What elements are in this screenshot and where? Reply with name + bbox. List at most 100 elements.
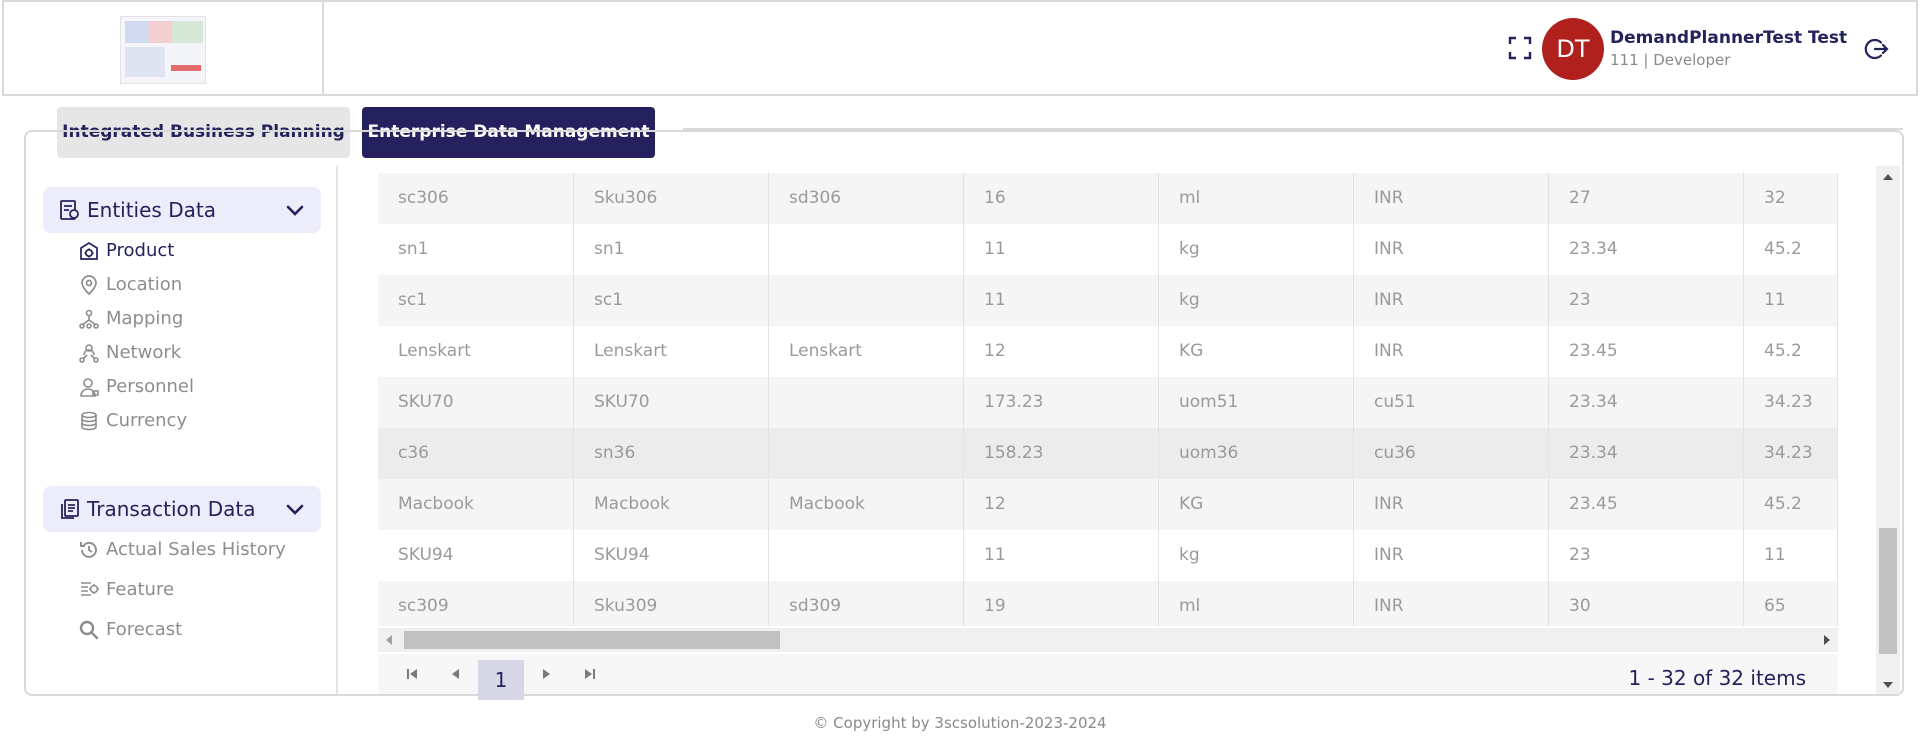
table-row[interactable]: sc306 Sku306 sd306 16 ml INR 27 32 [378,173,1838,224]
table-cell[interactable]: Lenskart [574,326,769,377]
table-cell[interactable]: SKU94 [378,530,574,581]
table-cell[interactable]: cu51 [1354,377,1549,428]
table-cell[interactable]: INR [1354,479,1549,530]
table-cell[interactable]: INR [1354,173,1549,224]
table-cell[interactable]: uom36 [1159,428,1354,479]
table-cell[interactable]: KG [1159,479,1354,530]
table-cell[interactable]: Lenskart [769,326,964,377]
table-cell[interactable]: sn1 [378,224,574,275]
table-cell[interactable]: 158.23 [964,428,1159,479]
table-cell[interactable]: 11 [1744,275,1838,326]
table-cell[interactable]: 34.23 [1744,377,1838,428]
table-cell[interactable]: sc309 [378,581,574,626]
table-cell[interactable]: c36 [378,428,574,479]
table-cell[interactable]: 11 [1744,530,1838,581]
table-cell[interactable]: 30 [1549,581,1744,626]
table-cell[interactable]: ml [1159,581,1354,626]
table-cell[interactable]: 11 [964,224,1159,275]
table-cell[interactable]: sd306 [769,173,964,224]
table-cell[interactable]: 23 [1549,275,1744,326]
horizontal-scrollbar[interactable] [378,628,1838,652]
vertical-scrollbar[interactable] [1876,166,1900,694]
scrollbar-thumb[interactable] [404,631,780,649]
table-cell[interactable]: kg [1159,275,1354,326]
sidebar-item-mapping[interactable]: Mapping [78,304,328,334]
table-cell[interactable]: sc1 [378,275,574,326]
table-cell[interactable]: 12 [964,479,1159,530]
table-cell[interactable]: cu36 [1354,428,1549,479]
table-cell[interactable]: INR [1354,275,1549,326]
table-cell[interactable]: sn36 [574,428,769,479]
sidebar-item-feature[interactable]: Feature [78,575,328,605]
scroll-right-arrow-icon[interactable] [1824,635,1830,645]
table-cell[interactable]: Macbook [378,479,574,530]
previous-page-icon[interactable] [444,662,468,686]
sidebar-item-network[interactable]: Network [78,338,328,368]
table-cell[interactable]: 45.2 [1744,224,1838,275]
table-cell[interactable]: Macbook [769,479,964,530]
scroll-left-arrow-icon[interactable] [386,635,392,645]
table-row[interactable]: sn1 sn1 11 kg INR 23.34 45.2 [378,224,1838,275]
table-cell[interactable]: Macbook [574,479,769,530]
table-cell[interactable]: 27 [1549,173,1744,224]
table-cell[interactable]: 34.23 [1744,428,1838,479]
table-cell[interactable]: 19 [964,581,1159,626]
table-cell[interactable]: 23.45 [1549,479,1744,530]
scroll-down-arrow-icon[interactable] [1883,682,1893,688]
table-cell[interactable]: 16 [964,173,1159,224]
sidebar-group-entities-data[interactable]: Entities Data [43,187,321,233]
table-cell[interactable]: 12 [964,326,1159,377]
table-cell[interactable]: 11 [964,275,1159,326]
table-cell[interactable]: SKU94 [574,530,769,581]
scroll-up-arrow-icon[interactable] [1883,174,1893,180]
last-page-icon[interactable] [578,662,602,686]
table-cell[interactable]: 11 [964,530,1159,581]
table-cell[interactable]: SKU70 [574,377,769,428]
table-cell[interactable]: INR [1354,530,1549,581]
table-row[interactable]: Macbook Macbook Macbook 12 KG INR 23.45 45.2 [378,479,1838,530]
table-cell[interactable]: Sku306 [574,173,769,224]
next-page-icon[interactable] [534,662,558,686]
table-cell[interactable]: 23 [1549,530,1744,581]
chevron-down-icon[interactable] [285,201,305,221]
scrollbar-thumb[interactable] [1879,528,1897,654]
table-row[interactable]: sc1 sc1 11 kg INR 23 11 [378,275,1838,326]
table-cell[interactable]: 23.34 [1549,377,1744,428]
table-cell[interactable] [769,224,964,275]
table-cell[interactable]: KG [1159,326,1354,377]
current-page-button[interactable]: 1 [478,660,524,700]
table-cell[interactable]: sc1 [574,275,769,326]
table-cell[interactable]: ml [1159,173,1354,224]
table-row[interactable]: Lenskart Lenskart Lenskart 12 KG INR 23.45 45.2 [378,326,1838,377]
sidebar-item-actual-sales-history[interactable]: Actual Sales History [78,535,328,565]
chevron-down-icon[interactable] [285,500,305,520]
table-row[interactable]: SKU94 SKU94 11 kg INR 23 11 [378,530,1838,581]
fullscreen-icon[interactable] [1508,36,1532,60]
table-cell[interactable]: kg [1159,224,1354,275]
logout-icon[interactable] [1864,36,1890,62]
table-cell[interactable]: Sku309 [574,581,769,626]
sidebar-item-forecast[interactable]: Forecast [78,615,328,645]
first-page-icon[interactable] [400,662,424,686]
table-cell[interactable]: kg [1159,530,1354,581]
table-cell[interactable]: 23.34 [1549,224,1744,275]
table-cell[interactable] [769,275,964,326]
table-cell[interactable] [769,530,964,581]
table-cell[interactable]: INR [1354,581,1549,626]
sidebar-group-transaction-data[interactable]: Transaction Data [43,486,321,532]
table-row[interactable]: sc309 Sku309 sd309 19 ml INR 30 65 [378,581,1838,626]
table-cell[interactable]: SKU70 [378,377,574,428]
table-cell[interactable]: 23.45 [1549,326,1744,377]
table-cell[interactable]: sd309 [769,581,964,626]
table-cell[interactable] [769,377,964,428]
table-cell[interactable]: 32 [1744,173,1838,224]
table-row[interactable]: c36 sn36 158.23 uom36 cu36 23.34 34.23 [378,428,1838,479]
table-row[interactable]: SKU70 SKU70 173.23 uom51 cu51 23.34 34.23 [378,377,1838,428]
table-cell[interactable]: 23.34 [1549,428,1744,479]
sidebar-item-currency[interactable]: Currency [78,406,328,436]
table-cell[interactable]: INR [1354,224,1549,275]
table-cell[interactable]: uom51 [1159,377,1354,428]
sidebar-item-personnel[interactable]: Personnel [78,372,328,402]
table-cell[interactable]: 45.2 [1744,326,1838,377]
table-cell[interactable]: sc306 [378,173,574,224]
